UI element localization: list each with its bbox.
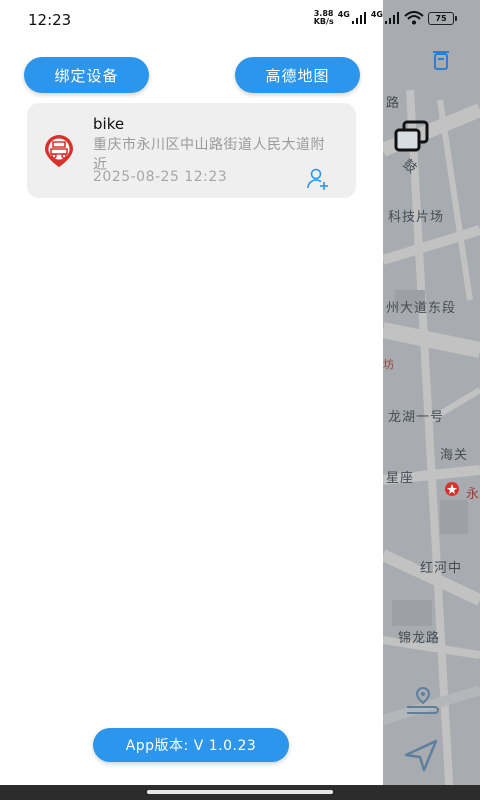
side-drawer: 绑定设备 高德地图 bike 重庆市永川区中山路街道人民大道附近 2025-08… bbox=[0, 0, 383, 800]
status-time: 12:23 bbox=[28, 11, 72, 29]
net-speed: 3.88 KB/s bbox=[313, 9, 334, 26]
amap-button[interactable]: 高德地图 bbox=[235, 57, 360, 93]
network-type: 4G bbox=[337, 10, 350, 19]
track-icon[interactable] bbox=[404, 685, 442, 715]
signal-icon bbox=[351, 12, 366, 24]
network-type: 4G bbox=[370, 10, 383, 19]
bind-device-button[interactable]: 绑定设备 bbox=[24, 57, 149, 93]
wifi-icon bbox=[404, 11, 424, 25]
device-list-icon[interactable] bbox=[432, 49, 450, 71]
battery-icon: 75 bbox=[428, 11, 457, 25]
device-timestamp: 2025-08-25 12:23 bbox=[93, 169, 228, 185]
device-name: bike bbox=[93, 115, 125, 133]
signal-icon bbox=[385, 12, 399, 24]
home-indicator[interactable] bbox=[147, 790, 333, 794]
share-user-icon[interactable] bbox=[306, 167, 330, 191]
device-marker-icon bbox=[45, 135, 73, 167]
device-card[interactable]: bike 重庆市永川区中山路街道人民大道附近 2025-08-25 12:23 bbox=[27, 103, 356, 198]
status-bar: 12:23 3.88 KB/s 4G 4G 75 bbox=[0, 0, 480, 40]
layers-icon[interactable] bbox=[393, 120, 431, 152]
system-nav-bar bbox=[0, 785, 480, 800]
locate-icon[interactable] bbox=[402, 738, 440, 772]
poi-marker-icon bbox=[445, 482, 459, 496]
app-version-button[interactable]: App版本: V 1.0.23 bbox=[93, 728, 289, 762]
status-icons: 3.88 KB/s 4G 4G 75 bbox=[313, 9, 457, 26]
app-root: 科技片场 州大道东段 坊 龙湖一号 海关 星座 永 红河中 锦龙路 鼓 路 绑定… bbox=[0, 0, 480, 800]
